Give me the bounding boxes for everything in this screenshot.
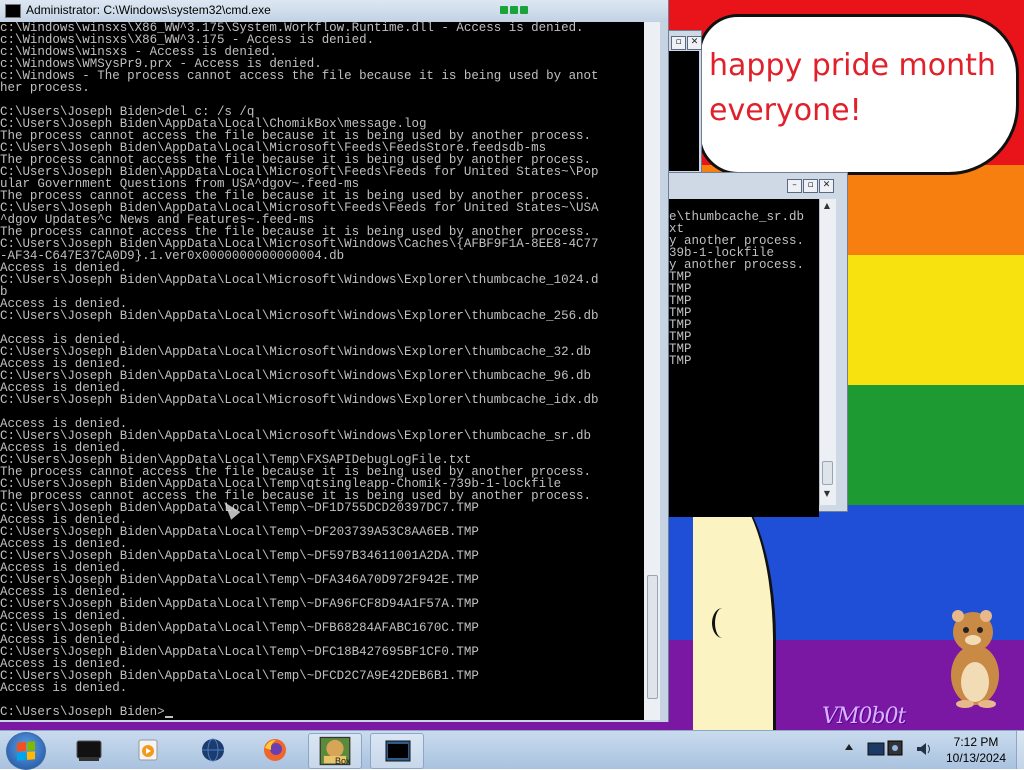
window-title: Administrator: C:\Windows\system32\cmd.e… <box>26 3 271 17</box>
scrollbar-thumb[interactable] <box>822 461 833 485</box>
console-line: C:\Users\Joseph Biden\AppData\Local\Micr… <box>0 309 599 323</box>
cmd-window-icon <box>385 740 411 762</box>
taskbar-terminal[interactable] <box>62 733 114 767</box>
vertical-scrollbar[interactable] <box>644 22 660 720</box>
taskbar-globe[interactable] <box>186 733 238 767</box>
show-desktop-button[interactable] <box>1016 731 1024 769</box>
console-line: Access is denied. <box>0 681 128 695</box>
scroll-up-icon[interactable]: ▲ <box>820 199 834 213</box>
close-icon[interactable]: ✕ <box>687 36 702 50</box>
firefox-icon <box>264 739 286 761</box>
volume-tray-icon[interactable] <box>914 739 934 759</box>
bubble-line-2: everyone! <box>709 93 862 128</box>
terminal-icon <box>76 740 102 761</box>
command-prompt: C:\Users\Joseph Biden> <box>0 705 165 719</box>
clock-date: 10/13/2024 <box>945 751 1007 765</box>
console-output[interactable]: c:\Windows\winsxs\X86_WW^3.175\System.Wo… <box>0 22 644 720</box>
console-line: TMP <box>669 354 692 368</box>
minimize-icon[interactable]: – <box>787 179 802 193</box>
speech-bubble: happy pride month everyone! <box>698 14 1019 175</box>
text-cursor <box>164 716 173 718</box>
scrollbar-thumb[interactable] <box>647 575 658 699</box>
hamster-icon <box>951 610 999 708</box>
show-hidden-icons-icon[interactable] <box>845 744 853 750</box>
title-bar[interactable]: Administrator: C:\Windows\system32\cmd.e… <box>0 0 668 22</box>
cmd-window[interactable]: Administrator: C:\Windows\system32\cmd.e… <box>0 0 669 722</box>
drag-grip-icon[interactable] <box>500 6 528 16</box>
system-clock[interactable]: 7:12 PM 10/13/2024 <box>937 734 1015 766</box>
console-line: C:\Users\Joseph Biden\AppData\Local\Micr… <box>0 393 599 407</box>
network-tray-icon[interactable] <box>866 739 912 759</box>
media-player-icon <box>138 739 158 761</box>
start-button[interactable] <box>6 732 46 770</box>
background-scrollbar[interactable]: ▲ ▼ <box>819 199 836 505</box>
clock-time: 7:12 PM <box>953 735 999 749</box>
console-line: C:\Users\Joseph Biden\AppData\Local\Micr… <box>0 273 599 287</box>
background-console-output: e\thumbcache_sr.db xt y another process. 39… <box>669 199 819 517</box>
command-prompt-line[interactable]: C:\Users\Joseph Biden> <box>0 706 644 718</box>
console-line: c:\Windows - The process cannot access t… <box>0 69 599 83</box>
background-window-top[interactable]: ▫ ✕ <box>668 30 702 174</box>
watermark-text: VM0b0t <box>822 704 906 729</box>
maximize-icon[interactable]: ▫ <box>671 36 686 50</box>
taskbar-cmd[interactable] <box>370 733 424 769</box>
background-cmd-window[interactable]: – ▫ ✕ e\thumbcache_sr.db xt y another proc… <box>668 172 848 517</box>
console-line: her process. <box>0 81 90 95</box>
maximize-icon[interactable]: ▫ <box>803 179 818 193</box>
chomikbox-label: Box <box>335 756 351 766</box>
scroll-down-icon[interactable]: ▼ <box>820 487 834 501</box>
taskbar: Box 7:12 PM 10/13/2024 <box>0 730 1024 770</box>
taskbar-firefox[interactable] <box>248 733 300 767</box>
close-icon[interactable]: ✕ <box>819 179 834 193</box>
cmd-icon <box>5 4 21 18</box>
cartoon-figure-mouth <box>712 608 733 638</box>
bubble-line-1: happy pride month <box>709 48 996 83</box>
windows-logo-icon <box>17 741 35 761</box>
taskbar-media-player[interactable] <box>122 733 174 767</box>
console-line: e\thumbcache_sr.db <box>669 210 805 224</box>
globe-icon <box>202 738 224 762</box>
taskbar-chomikbox[interactable]: Box <box>308 733 362 769</box>
speech-bubble-text: happy pride month everyone! <box>709 43 996 133</box>
